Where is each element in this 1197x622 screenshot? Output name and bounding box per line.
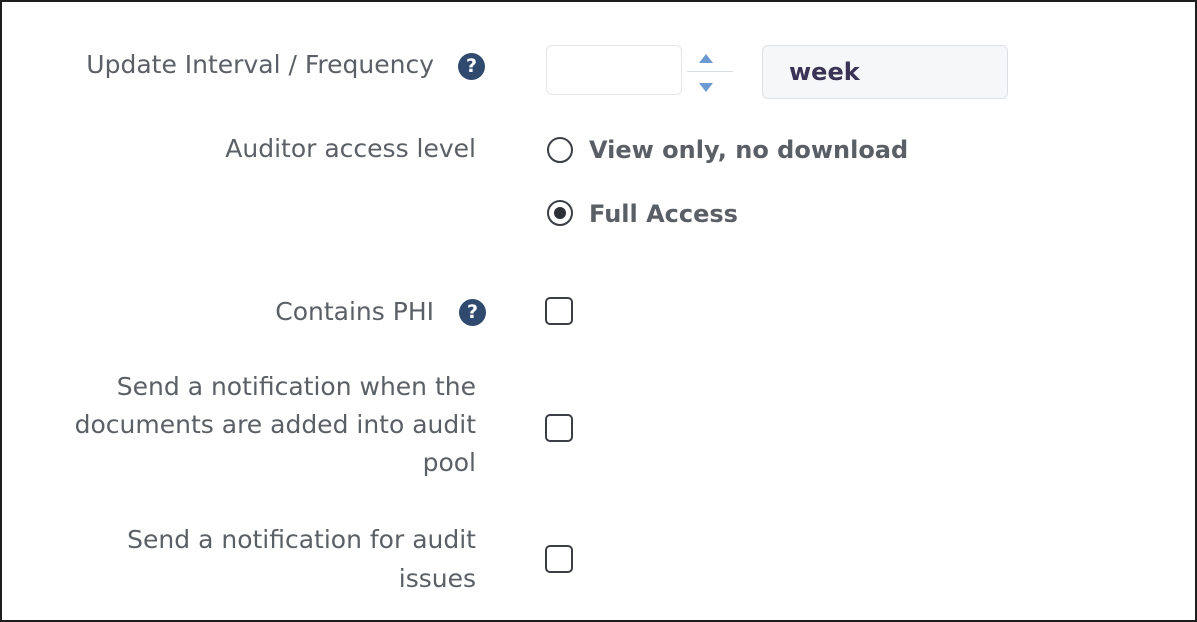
notify-issues-checkbox[interactable] — [545, 545, 573, 573]
notify-documents-label-line-1: Send a notification when the — [116, 372, 476, 401]
interval-unit-select[interactable]: week — [762, 45, 1008, 99]
radio-selected-dot — [554, 207, 566, 219]
spin-down-icon[interactable] — [699, 83, 713, 92]
notify-documents-checkbox[interactable] — [545, 414, 573, 442]
spin-up-icon[interactable] — [699, 54, 713, 63]
interval-number-input[interactable] — [546, 45, 682, 95]
contains-phi-checkbox[interactable] — [545, 297, 573, 325]
notify-issues-label-line-2: issues — [398, 564, 476, 593]
notify-issues-label-line-1: Send a notification for audit — [127, 525, 476, 554]
radio-full-access-label[interactable]: Full Access — [589, 197, 738, 231]
notify-documents-label-line-2: documents are added into audit — [74, 410, 476, 439]
radio-view-only-label[interactable]: View only, no download — [589, 133, 908, 167]
spinner-divider — [687, 71, 733, 72]
notify-documents-label-line-3: pool — [422, 448, 476, 477]
radio-full-access[interactable] — [547, 200, 573, 226]
help-question-icon[interactable]: ? — [459, 299, 486, 326]
help-question-icon[interactable]: ? — [458, 53, 485, 80]
radio-view-only[interactable] — [547, 137, 573, 163]
settings-form: Update Interval / Frequency ? week Audit… — [0, 0, 1197, 622]
auditor-access-label: Auditor access level — [225, 134, 476, 163]
update-interval-label: Update Interval / Frequency — [86, 50, 434, 79]
contains-phi-label: Contains PHI — [275, 297, 434, 326]
